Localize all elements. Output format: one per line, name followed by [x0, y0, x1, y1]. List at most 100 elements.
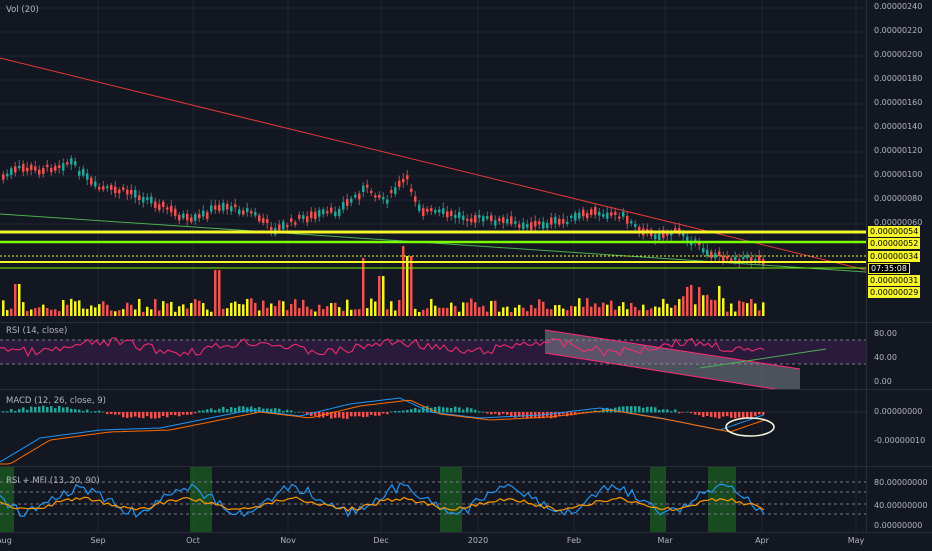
rsi-axis[interactable]: 80.00 40.00 0.00 — [866, 323, 932, 389]
volume-bar — [622, 302, 625, 316]
macd-histogram-bar — [638, 406, 641, 413]
macd-histogram-bar — [370, 412, 373, 415]
macd-histogram-bar — [506, 412, 509, 415]
macd-histogram-bar — [126, 412, 129, 418]
time-axis[interactable]: Aug Sep Oct Nov Dec 2020 Feb Mar Apr May — [0, 532, 932, 551]
candle-body — [598, 211, 601, 216]
volume-bar — [74, 301, 77, 316]
mfi-chart[interactable] — [0, 467, 866, 532]
macd-histogram-bar — [398, 410, 401, 413]
macd-histogram-bar — [294, 411, 297, 413]
candle-body — [106, 186, 109, 189]
volume-bar — [398, 300, 401, 316]
rsi-title[interactable]: RSI (14, close) — [6, 326, 67, 336]
macd-histogram-bar — [230, 407, 233, 413]
volume-bar — [366, 308, 369, 316]
candle-body — [446, 211, 449, 218]
price-pane[interactable]: Vol (20) — [0, 0, 866, 322]
volume-bar — [234, 301, 237, 316]
mfi-axis[interactable]: 80.00000000 40.00000000 0.00000000 — [866, 467, 932, 532]
volume-bar — [138, 298, 141, 316]
candle-body — [58, 165, 61, 169]
volume-bar — [242, 304, 245, 316]
macd-histogram-bar — [346, 412, 349, 419]
volume-bar — [594, 303, 597, 316]
macd-histogram-bar — [474, 409, 477, 413]
candle-body — [410, 188, 413, 192]
candle-body — [434, 210, 437, 213]
candle-body — [334, 211, 337, 217]
price-chart[interactable] — [0, 0, 866, 322]
volume-bar — [106, 304, 109, 316]
mfi-title[interactable]: RSI + MFI (13, 20, 90) — [6, 476, 100, 486]
volume-bar — [618, 306, 621, 316]
candle-body — [254, 212, 257, 216]
candle-body — [610, 212, 613, 216]
volume-bar — [94, 307, 97, 316]
rsi-chart[interactable] — [0, 323, 866, 389]
volume-bar — [734, 311, 737, 316]
macd-histogram-bar — [214, 410, 217, 413]
macd-histogram-bar — [438, 406, 441, 413]
volume-bar — [98, 304, 101, 316]
macd-histogram-bar — [138, 412, 141, 418]
volume-bar — [294, 299, 297, 316]
candle-body — [118, 189, 121, 194]
volume-bar — [586, 298, 589, 316]
macd-histogram-bar — [698, 412, 701, 416]
volume-bar — [714, 300, 717, 316]
mfi-pane[interactable]: RSI + MFI (13, 20, 90) — [0, 467, 866, 532]
macd-histogram-bar — [134, 412, 137, 417]
volume-bar — [682, 296, 685, 316]
macd-line — [0, 397, 765, 463]
macd-histogram-bar — [750, 412, 753, 418]
candle-body — [382, 197, 385, 200]
macd-pane[interactable]: MACD (12, 26, close, 9) — [0, 390, 866, 466]
macd-histogram-bar — [718, 412, 721, 419]
volume-bar — [342, 310, 345, 316]
volume-bar — [410, 256, 413, 316]
volume-bar — [494, 300, 497, 316]
volume-bar — [46, 308, 49, 316]
macd-histogram-bar — [662, 409, 665, 413]
volume-bar — [730, 303, 733, 316]
volume-bar — [650, 308, 653, 316]
candle-body — [154, 201, 157, 208]
volume-bar — [538, 299, 541, 316]
candle-body — [602, 213, 605, 217]
macd-histogram-bar — [630, 406, 633, 413]
candle-body — [362, 185, 365, 193]
volume-bar — [674, 305, 677, 316]
macd-histogram-bar — [14, 411, 17, 413]
macd-histogram-bar — [498, 412, 501, 416]
macd-chart[interactable] — [0, 390, 866, 466]
macd-histogram-bar — [86, 409, 89, 413]
macd-histogram-bar — [566, 412, 569, 417]
macd-axis[interactable]: 0.00000000 -0.00000010 — [866, 390, 932, 466]
macd-title[interactable]: MACD (12, 26, close, 9) — [6, 396, 106, 406]
volume-bar — [286, 310, 289, 316]
candle-body — [654, 234, 657, 240]
macd-histogram-bar — [186, 412, 189, 415]
macd-histogram-bar — [274, 408, 277, 413]
macd-histogram-bar — [334, 412, 337, 418]
volume-bar — [270, 303, 273, 316]
candle-body — [82, 168, 85, 176]
candle-body — [458, 212, 461, 219]
macd-signal-line — [0, 399, 765, 465]
candle-body — [514, 221, 517, 224]
macd-histogram-bar — [10, 409, 13, 413]
candle-body — [142, 197, 145, 203]
volume-indicator-title[interactable]: Vol (20) — [6, 5, 39, 15]
volume-bar — [574, 306, 577, 316]
volume-bar — [114, 311, 117, 316]
volume-bar — [58, 311, 61, 316]
rsi-pane[interactable]: RSI (14, close) — [0, 323, 866, 389]
candle-body — [2, 174, 5, 180]
candle-body — [430, 208, 433, 212]
candle-body — [314, 211, 317, 219]
candle-body — [530, 222, 533, 230]
volume-bar — [322, 309, 325, 316]
candle-body — [618, 216, 621, 219]
macd-histogram-bar — [490, 412, 493, 415]
